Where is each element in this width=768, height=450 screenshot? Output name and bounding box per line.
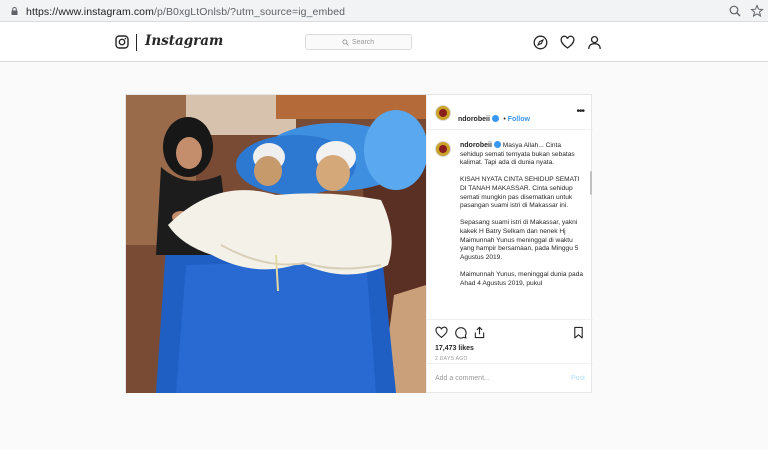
comment-bubble-icon[interactable] — [454, 326, 467, 339]
caption-verified-badge-icon — [493, 141, 501, 148]
post-actions: 17,473 likes 2 DAYS AGO — [427, 319, 593, 362]
share-icon[interactable] — [473, 326, 486, 339]
url-host: https://www.instagram.com — [26, 6, 154, 18]
avatar[interactable] — [435, 105, 451, 121]
caption-paragraph-1: ndorobeii Masya Allah... Cinta sehidup s… — [460, 141, 575, 167]
follow-button[interactable]: Follow — [508, 116, 530, 123]
profile-icon[interactable] — [587, 35, 602, 50]
search-placeholder: Search — [352, 39, 375, 46]
like-heart-icon[interactable] — [435, 326, 448, 339]
caption-paragraph-4: Maimunnah Yunus, meninggal dunia pada Ah… — [460, 270, 584, 287]
caption-paragraph-2: KISAH NYATA CINTA SEHIDUP SEMATI DI TANA… — [460, 176, 580, 210]
post-header: ndorobeii • Follow ••• — [427, 95, 593, 130]
url-text: https://www.instagram.com/p/B0xgLtOnlsb/… — [26, 6, 345, 18]
post-photo[interactable] — [126, 95, 426, 393]
caption-area: ndorobeii Masya Allah... Cinta sehidup s… — [427, 131, 593, 317]
caption-paragraph-3: Sepasang suami istri di Makassar, yakni … — [460, 219, 579, 261]
instagram-header: Instagram Search — [0, 22, 768, 62]
address-bar[interactable]: https://www.instagram.com/p/B0xgLtOnlsb/… — [2, 2, 720, 20]
verified-badge-icon — [491, 115, 499, 122]
post-card: ndorobeii • Follow ••• ndorobeii Masya A… — [125, 94, 593, 393]
post-sidebar: ndorobeii • Follow ••• ndorobeii Masya A… — [426, 95, 593, 393]
lock-icon — [11, 7, 18, 15]
search-input[interactable]: Search — [305, 34, 412, 50]
browser-toolbar: https://www.instagram.com/p/B0xgLtOnlsb/… — [0, 0, 768, 22]
likes-count[interactable]: 17,473 likes — [435, 345, 474, 352]
star-icon[interactable] — [750, 4, 764, 18]
comment-box: Add a comment... Post — [427, 363, 593, 393]
post-comment-button[interactable]: Post — [571, 375, 585, 382]
photo-illustration — [126, 95, 426, 393]
post-date[interactable]: 2 DAYS AGO — [435, 356, 468, 362]
caption-text: ndorobeii Masya Allah... Cinta sehidup s… — [460, 141, 585, 297]
url-path: /p/B0xgLtOnlsb/?utm_source=ig_embed — [153, 6, 346, 18]
instagram-logo[interactable]: Instagram — [145, 33, 223, 49]
explore-compass-icon[interactable] — [533, 35, 548, 50]
more-options-icon[interactable]: ••• — [576, 106, 584, 117]
search-icon — [342, 39, 349, 46]
comment-input[interactable]: Add a comment... — [435, 375, 490, 382]
zoom-icon[interactable] — [728, 4, 742, 18]
instagram-glyph-icon[interactable] — [115, 35, 129, 49]
header-divider — [136, 34, 137, 51]
caption-username[interactable]: ndorobeii — [460, 142, 492, 149]
bookmark-icon[interactable] — [572, 326, 585, 339]
caption-scrollbar[interactable] — [590, 171, 592, 195]
post-author-line: ndorobeii • Follow — [458, 108, 530, 126]
post-username[interactable]: ndorobeii — [458, 116, 490, 123]
heart-icon[interactable] — [560, 35, 575, 50]
caption-avatar[interactable] — [435, 141, 451, 157]
